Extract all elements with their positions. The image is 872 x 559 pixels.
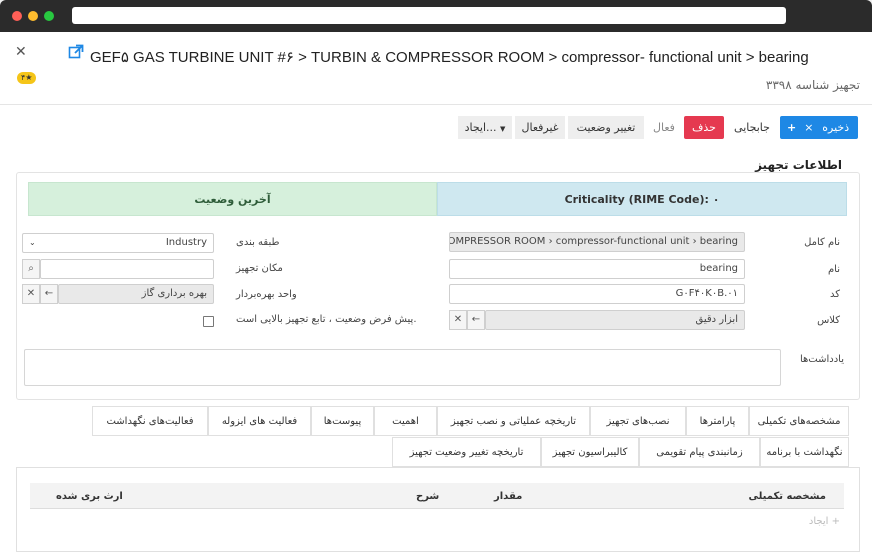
caret-down-icon: ▼ [500,125,506,133]
location-input[interactable] [40,259,214,279]
page: ✕ ۴★ GEF۵ GAS TURBINE UNIT #۶ > TURBIN &… [0,32,872,559]
operator-unit-label: واحد بهره‌بردار [236,289,297,300]
features-table-panel [16,468,860,552]
classification-select[interactable]: ⌄ Industry [22,233,214,253]
header-divider [0,104,872,105]
clear-icon: × [804,121,814,134]
move-button[interactable]: جابجایی [730,116,774,139]
tab-installations[interactable]: نصب‌های تجهیز [590,406,686,436]
col-feature: مشخصه تکمیلی [748,491,826,502]
code-input[interactable]: G۰F۴۰K۰B.۰۱ [449,284,745,304]
external-link-icon[interactable] [68,44,84,60]
activate-button[interactable]: فعال [648,116,680,139]
maximize-window-icon[interactable] [44,11,54,21]
close-window-icon[interactable] [12,11,22,21]
code-label: کد [829,289,840,300]
notes-label: یادداشت‌ها [799,354,844,365]
name-label: نام [827,264,840,275]
criticality-box: Criticality (RIME Code): ۰ [437,182,847,216]
browser-chrome [0,0,872,32]
equipment-id-subtitle: تجهیز شناسه ۳۳۹۸ [765,78,860,92]
notes-textarea[interactable] [24,349,781,386]
change-status-button[interactable]: تغییر وضعیت [568,116,644,139]
latest-status-box: آخرین وضعیت [28,182,437,216]
delete-button[interactable]: حذف [684,116,724,139]
tab-extra-features[interactable]: مشخصه‌های تکمیلی [749,406,849,436]
clear-class-icon[interactable]: ✕ [449,310,467,330]
tab-importance[interactable]: اهمیت [374,406,437,436]
col-description: شرح [416,491,440,502]
chevron-down-icon: ⌄ [29,238,36,247]
full-name-label: نام کامل [804,237,840,248]
save-button[interactable]: + × ذخیره [780,116,858,139]
tab-calibration[interactable]: کالیبراسیون تجهیز [541,437,639,467]
arrow-left-icon-2[interactable]: ← [40,284,58,304]
clear-operator-icon[interactable]: ✕ [22,284,40,304]
default-status-label: پیش فرض وضعیت ، تابع تجهیز بالایی است. [236,314,417,325]
tab-operation-history[interactable]: تاریخچه عملیاتی و نصب تجهیز [437,406,590,436]
plus-icon: + [787,121,797,134]
operator-unit-field[interactable]: بهره برداری گاز [58,284,214,304]
location-label: مکان تجهیز [236,263,283,274]
create-dropdown-button[interactable]: ایجاد... ▼ [458,116,512,139]
tab-maintenance-activities[interactable]: فعالیت‌های نگهداشت [92,406,208,436]
tab-attachments[interactable]: پیوست‌ها [311,406,374,436]
full-name-field: IN & COMPRESSOR ROOM › compressor-functi… [449,232,745,252]
add-feature-button[interactable]: ایجاد + [809,516,840,527]
tab-status-history[interactable]: تاریخچه تغییر وضعیت تجهیز [392,437,541,467]
address-bar[interactable] [72,7,786,24]
class-label: کلاس [817,315,840,326]
default-status-checkbox[interactable] [203,316,214,327]
col-value: مقدار [494,491,523,502]
tab-parameters[interactable]: پارامترها [686,406,749,436]
section-title: اطلاعات تجهیز [755,158,842,172]
col-inherited: ارث بری شده [56,491,123,502]
deactivate-button[interactable]: غیرفعال [515,116,565,139]
classification-label: طبقه بندی [236,237,280,248]
tab-scheduled-maintenance[interactable]: نگهداشت با برنامه [760,437,849,467]
name-input[interactable]: bearing [449,259,745,279]
tab-isolation-activities[interactable]: فعالیت های ایزوله [208,406,311,436]
minimize-window-icon[interactable] [28,11,38,21]
arrow-left-icon[interactable]: ← [467,310,485,330]
rating-badge: ۴★ [17,72,37,84]
close-icon[interactable]: ✕ [15,44,27,60]
class-field[interactable]: ابزار دقیق [485,310,745,330]
page-title: GEF۵ GAS TURBINE UNIT #۶ > TURBIN & COMP… [90,49,809,66]
search-icon[interactable]: ⌕ [22,259,40,279]
plus-icon-small: + [831,516,840,527]
tab-calendar-schedule[interactable]: زمانبندی پیام تقویمی [639,437,760,467]
